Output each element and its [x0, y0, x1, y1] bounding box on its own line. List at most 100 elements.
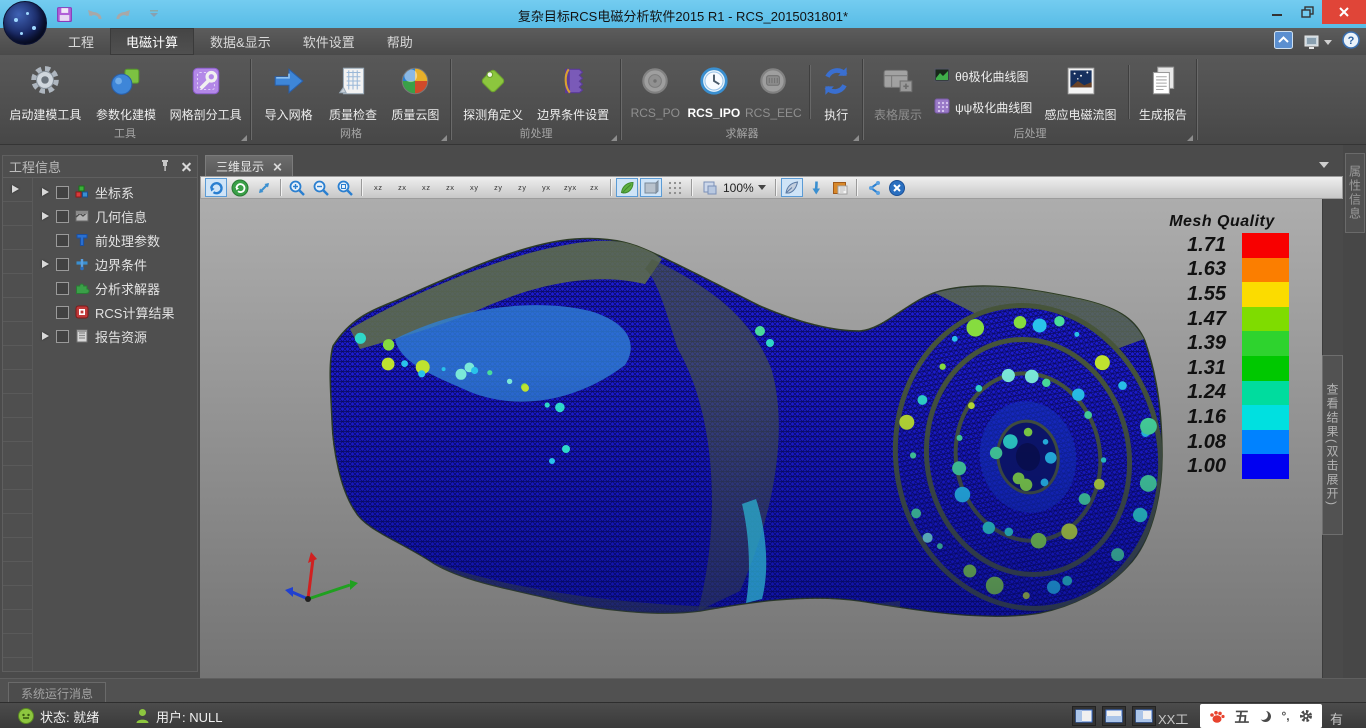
- tab-software-settings[interactable]: 软件设置: [287, 28, 371, 55]
- tab-3d-display[interactable]: 三维显示: [205, 155, 293, 176]
- zoom-level-widget[interactable]: 100%: [697, 178, 770, 197]
- view-results-vertical-tab[interactable]: 查看结果(双击展开): [1322, 355, 1343, 535]
- checkbox[interactable]: [56, 186, 69, 199]
- group-expand-icon[interactable]: [241, 135, 247, 141]
- quality-check-button[interactable]: 质量检查: [321, 57, 384, 127]
- smooth-shading-button[interactable]: [616, 178, 638, 197]
- zoom-fit-button[interactable]: [334, 178, 356, 197]
- wireframe-points-button[interactable]: [664, 178, 686, 197]
- group-expand-icon[interactable]: [611, 135, 617, 141]
- quality-cloud-button[interactable]: 质量云图: [385, 57, 446, 127]
- tree-item-report-resources[interactable]: 报告资源: [33, 324, 197, 348]
- app-logo[interactable]: [3, 1, 47, 45]
- theta-polar-curve-button[interactable]: θθ极化曲线图: [934, 67, 1032, 86]
- layout-left-panel-button[interactable]: [1072, 706, 1096, 726]
- drop-direction-button[interactable]: [805, 178, 827, 197]
- pin-icon[interactable]: [160, 159, 170, 174]
- expand-arrow-icon[interactable]: [42, 332, 49, 340]
- properties-vertical-tab[interactable]: 属性信息: [1345, 153, 1365, 233]
- zoom-in-button[interactable]: [286, 178, 308, 197]
- probe-connector-button[interactable]: [862, 178, 884, 197]
- rcs-ipo-button[interactable]: RCS_IPO: [685, 57, 744, 127]
- boundary-settings-button[interactable]: 边界条件设置: [530, 57, 616, 127]
- view-preset-button[interactable]: zy: [487, 178, 509, 197]
- generate-report-button[interactable]: 生成报告: [1134, 57, 1192, 127]
- checkbox[interactable]: [56, 210, 69, 223]
- group-expand-icon[interactable]: [853, 135, 859, 141]
- capture-view-button[interactable]: [829, 178, 851, 197]
- induced-current-map-button[interactable]: 感应电磁流图: [1038, 57, 1123, 127]
- tab-project[interactable]: 工程: [52, 28, 110, 55]
- checkbox[interactable]: [56, 282, 69, 295]
- group-expand-icon[interactable]: [1187, 135, 1193, 141]
- minimize-button[interactable]: [1262, 0, 1292, 24]
- help-button[interactable]: ?: [1342, 31, 1360, 54]
- ribbon-group-postprocess: 表格展示 θθ极化曲线图 ψψ极化曲线图 感应电磁流图: [864, 55, 1196, 144]
- close-panel-icon[interactable]: [182, 162, 191, 171]
- tree-item-rcs-results[interactable]: RCS计算结果: [33, 300, 197, 324]
- checkbox[interactable]: [56, 258, 69, 271]
- tab-list-dropdown-icon[interactable]: [1319, 162, 1329, 168]
- tree-item-preprocess-params[interactable]: 前处理参数: [33, 228, 197, 252]
- redo-button[interactable]: [114, 4, 134, 24]
- view-preset-button[interactable]: xz: [367, 178, 389, 197]
- zoom-out-button[interactable]: [310, 178, 332, 197]
- surface-pick-button[interactable]: [781, 178, 803, 197]
- ime-mode-label[interactable]: 五: [1234, 706, 1249, 727]
- undo-button[interactable]: [84, 4, 104, 24]
- tree-item-analysis-solver[interactable]: 分析求解器: [33, 276, 197, 300]
- close-tab-icon[interactable]: [274, 162, 282, 170]
- tree-item-boundary-condition[interactable]: 边界条件: [33, 252, 197, 276]
- collapse-ribbon-button[interactable]: [1274, 31, 1293, 54]
- tree-item-coordinate-system[interactable]: 坐标系: [33, 180, 197, 204]
- tab-data-display[interactable]: 数据&显示: [194, 28, 287, 55]
- rcs-po-button[interactable]: RCS_PO: [626, 57, 685, 127]
- psi-polar-curve-button[interactable]: ψψ极化曲线图: [934, 98, 1032, 117]
- view-preset-button[interactable]: zx: [583, 178, 605, 197]
- import-mesh-button[interactable]: 导入网格: [256, 57, 321, 127]
- restore-button[interactable]: [1292, 0, 1322, 24]
- rcs-eec-button[interactable]: RCS_EEC: [743, 57, 803, 127]
- checkbox[interactable]: [56, 306, 69, 319]
- display-settings-button[interactable]: [1303, 34, 1332, 52]
- refresh-view-button[interactable]: [229, 178, 251, 197]
- system-messages-tab[interactable]: 系统运行消息: [8, 682, 106, 703]
- axis-triad-icon: [285, 552, 358, 602]
- launch-modeler-button[interactable]: 启动建模工具: [4, 57, 87, 127]
- clear-view-button[interactable]: [886, 178, 908, 197]
- expand-arrow-icon[interactable]: [42, 188, 49, 196]
- layout-split-panel-button[interactable]: [1132, 706, 1156, 726]
- view-preset-button[interactable]: yx: [535, 178, 557, 197]
- close-button[interactable]: [1322, 0, 1366, 24]
- rotate-view-button[interactable]: [205, 178, 227, 197]
- tree-item-geometry-info[interactable]: 几何信息: [33, 204, 197, 228]
- viewport-3d-canvas[interactable]: Mesh Quality 1.711.631.551.471.391.311.2…: [200, 199, 1322, 678]
- table-display-button[interactable]: 表格展示: [868, 57, 928, 127]
- view-preset-button[interactable]: zy: [511, 178, 533, 197]
- view-preset-button[interactable]: zx: [391, 178, 413, 197]
- root-expand-arrow[interactable]: [12, 185, 19, 193]
- group-expand-icon[interactable]: [441, 135, 447, 141]
- save-button[interactable]: [54, 4, 74, 24]
- checkbox[interactable]: [56, 234, 69, 247]
- tab-em-compute[interactable]: 电磁计算: [110, 28, 194, 55]
- parametric-modeling-button[interactable]: 参数化建模: [87, 57, 166, 127]
- expand-arrow-icon[interactable]: [42, 212, 49, 220]
- qat-customize-button[interactable]: [144, 4, 164, 24]
- mesh-tool-button[interactable]: 网格剖分工具: [165, 57, 246, 127]
- ime-toolbar[interactable]: 五 °,: [1200, 704, 1322, 728]
- expand-arrow-icon[interactable]: [42, 260, 49, 268]
- view-preset-button[interactable]: xy: [463, 178, 485, 197]
- flat-shading-button[interactable]: [640, 178, 662, 197]
- view-preset-button[interactable]: xz: [415, 178, 437, 197]
- view-preset-button[interactable]: zx: [439, 178, 461, 197]
- checkbox[interactable]: [56, 330, 69, 343]
- tab-help[interactable]: 帮助: [371, 28, 429, 55]
- ime-punctuation-toggle[interactable]: °,: [1281, 709, 1289, 723]
- view-preset-button[interactable]: zyx: [559, 178, 581, 197]
- probe-angle-button[interactable]: 探测角定义: [456, 57, 530, 127]
- title-bar[interactable]: 复杂目标RCS电磁分析软件2015 R1 - RCS_2015031801*: [0, 0, 1366, 28]
- layout-bottom-panel-button[interactable]: [1102, 706, 1126, 726]
- execute-button[interactable]: 执行: [815, 57, 858, 127]
- pan-zoom-button[interactable]: [253, 178, 275, 197]
